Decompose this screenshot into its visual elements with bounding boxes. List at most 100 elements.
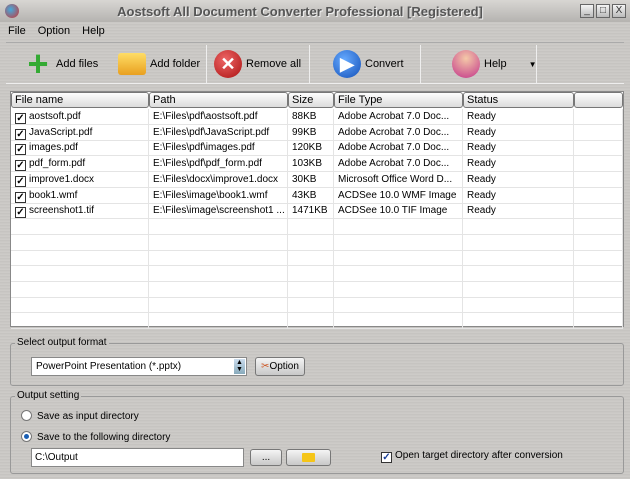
row-checkbox[interactable]: ✓ [15,160,26,172]
output-format-select[interactable]: PowerPoint Presentation (*.pptx) ▲ ▼ [31,357,247,376]
column-header-file-type[interactable]: File Type [334,92,463,108]
convert-label: Convert [365,58,404,70]
close-button[interactable]: X [612,4,626,18]
radio-save-following-dir[interactable]: Save to the following directory [21,431,170,443]
cell-text: images.pdf [29,142,78,154]
cell-text: E:\Files\image\book1.wmf [153,189,268,201]
table-cell: Microsoft Office Word D... [334,171,463,188]
remove-all-button[interactable]: ✕ Remove all [214,47,301,81]
window-title: Aostsoft All Document Converter Professi… [117,4,483,19]
help-label: Help [484,58,507,70]
table-cell [288,234,334,251]
cell-text: Ready [467,126,496,138]
table-cell [334,250,463,267]
table-cell [149,281,288,298]
table-cell [334,234,463,251]
table-cell [11,234,149,251]
table-cell [334,313,463,330]
cell-text: E:\Files\pdf\images.pdf [153,142,255,154]
table-row[interactable]: ✓ images.pdf E:\Files\pdf\images.pdf 120KB A… [11,140,623,157]
row-checkbox[interactable]: ✓ [15,175,26,187]
output-format-label: Select output format [15,337,109,348]
table-cell [334,281,463,298]
menu-option[interactable]: Option [38,22,70,40]
table-cell: Adobe Acrobat 7.0 Doc... [334,140,463,157]
add-folder-button[interactable]: Add folder [118,47,200,81]
table-cell: E:\Files\image\book1.wmf [149,187,288,204]
table-row[interactable]: ✓ JavaScript.pdf E:\Files\pdf\JavaScript.p… [11,124,623,141]
table-cell: ACDSee 10.0 WMF Image [334,187,463,204]
convert-button[interactable]: ▶ Convert [333,47,404,81]
cell-text: Microsoft Office Word D... [338,173,453,185]
table-row[interactable]: ✓ improve1.docx E:\Files\docx\improve1.doc… [11,171,623,188]
table-cell [11,218,149,235]
help-button[interactable]: Help ▼ [452,47,537,81]
empty-row [11,250,623,267]
toolbar: + Add files Add folder ✕ Remove all ▶ Co… [6,42,624,84]
column-header-path[interactable]: Path [149,92,288,108]
table-cell: ✓ images.pdf [11,140,149,157]
table-cell [288,266,334,282]
cell-text: JavaScript.pdf [29,126,93,138]
table-cell [574,297,623,314]
radio-icon [21,410,32,421]
open-after-label: Open target directory after conversion [395,450,563,461]
table-cell [288,297,334,314]
table-cell [11,313,149,330]
cell-text: book1.wmf [29,189,78,201]
table-cell [288,313,334,330]
radio-save-input-dir[interactable]: Save as input directory [21,410,139,422]
table-cell [463,313,574,330]
row-checkbox[interactable]: ✓ [15,128,26,140]
menu-help[interactable]: Help [82,22,105,40]
cell-text: ACDSee 10.0 WMF Image [338,189,457,201]
table-row[interactable]: ✓ screenshot1.tif E:\Files\image\screensho… [11,203,623,220]
radio-selected-icon [21,431,32,442]
open-folder-button[interactable] [286,449,331,466]
open-after-conversion-checkbox[interactable]: ✓ Open target directory after conversion [381,450,563,463]
minimize-button[interactable]: _ [580,4,594,18]
table-cell [574,187,623,204]
column-header-empty [574,92,623,108]
row-checkbox[interactable]: ✓ [15,207,26,219]
row-checkbox[interactable]: ✓ [15,113,26,124]
cell-text: E:\Files\docx\improve1.docx [153,173,279,185]
table-cell: E:\Files\pdf\pdf_form.pdf [149,156,288,173]
table-cell: Adobe Acrobat 7.0 Doc... [334,124,463,141]
column-header-size[interactable]: Size [288,92,334,108]
table-cell [574,250,623,267]
empty-row [11,218,623,235]
maximize-button[interactable]: □ [596,4,610,18]
empty-row [11,281,623,298]
remove-all-label: Remove all [246,58,302,70]
plus-icon: + [27,43,49,84]
option-button[interactable]: ✂Option [255,357,305,376]
cell-text: E:\Files\image\screenshot1 ... [153,205,285,217]
row-checkbox[interactable]: ✓ [15,144,26,156]
table-cell: 1471KB [288,203,334,220]
output-directory-input[interactable]: C:\Output [31,448,244,467]
menu-file[interactable]: File [8,22,26,40]
column-header-status[interactable]: Status [463,92,574,108]
cell-text: aostsoft.pdf [29,111,81,122]
folder-icon [302,453,315,462]
cell-text: 88KB [292,111,317,122]
browse-button[interactable]: ... [250,449,282,466]
table-cell: E:\Files\pdf\aostsoft.pdf [149,109,288,125]
table-cell [574,171,623,188]
cell-text: 103KB [292,158,323,170]
empty-row [11,266,623,282]
cell-text: ACDSee 10.0 TIF Image [338,205,448,217]
table-cell: Ready [463,203,574,220]
row-checkbox[interactable]: ✓ [15,191,26,203]
output-format-value: PowerPoint Presentation (*.pptx) [36,361,182,372]
table-cell [463,266,574,282]
table-row[interactable]: ✓ pdf_form.pdf E:\Files\pdf\pdf_form.pdf 10… [11,156,623,173]
table-cell: ✓ pdf_form.pdf [11,156,149,173]
add-files-button[interactable]: + Add files [24,43,98,84]
table-cell [574,218,623,235]
table-cell: Ready [463,171,574,188]
column-header-file-name[interactable]: File name [11,92,149,108]
table-row[interactable]: ✓ aostsoft.pdf E:\Files\pdf\aostsoft.pdf 88… [11,109,623,125]
table-row[interactable]: ✓ book1.wmf E:\Files\image\book1.wmf 43KB AC… [11,187,623,204]
